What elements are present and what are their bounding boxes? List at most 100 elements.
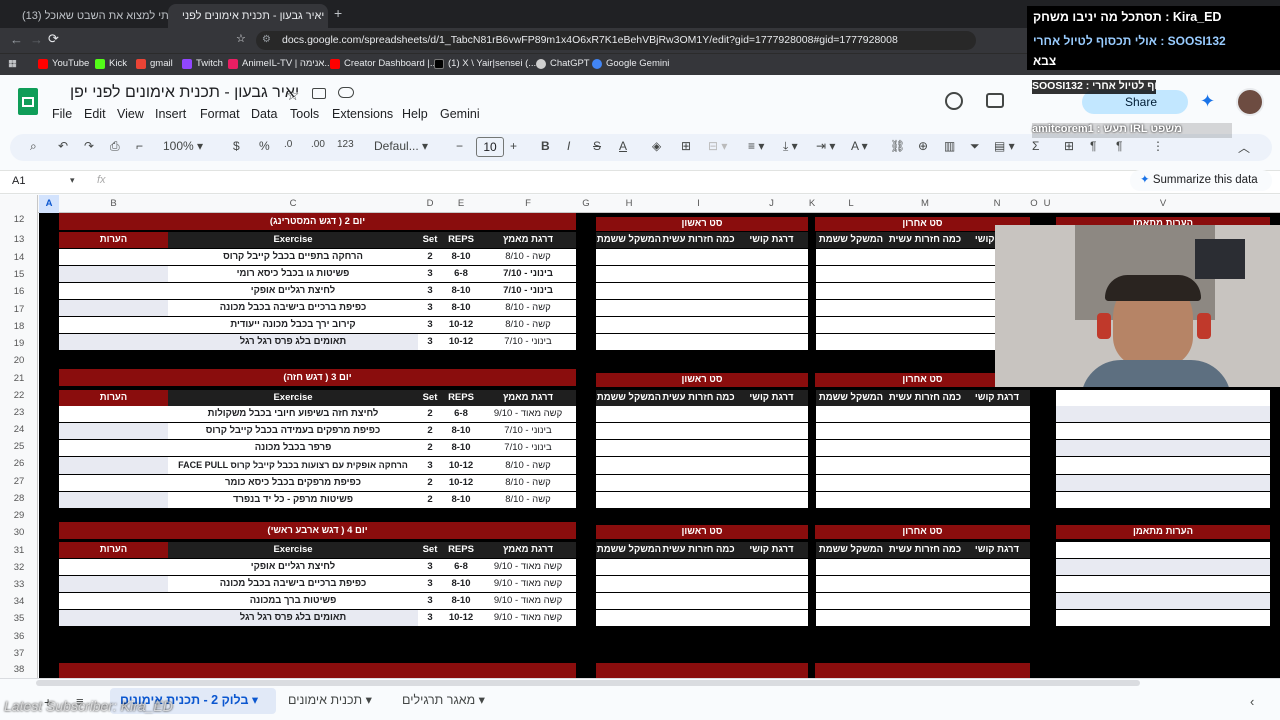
notes-cell[interactable]	[59, 559, 168, 575]
effort-cell[interactable]: בינוני - 7/10	[480, 423, 576, 439]
column-header-n[interactable]: N	[964, 195, 1030, 213]
effort-cell[interactable]: קשה - 8/10	[480, 457, 576, 474]
trainer-notes-cell[interactable]	[1056, 492, 1270, 508]
bookmark-gemini[interactable]: Google Gemini	[592, 56, 669, 72]
font-size-input[interactable]: 10	[476, 137, 504, 157]
exercise-cell[interactable]: פשיטות ברך במכונה	[168, 593, 418, 609]
reps-cell[interactable]: 8-10	[442, 423, 480, 439]
menu-data[interactable]: Data	[251, 107, 277, 121]
reps-cell[interactable]: 8-10	[442, 300, 480, 316]
first-set-cell[interactable]	[596, 440, 808, 456]
row-header[interactable]: 16	[0, 286, 38, 297]
filter-views-icon[interactable]: ▤ ▾	[994, 139, 1015, 153]
first-set-cell[interactable]	[596, 610, 808, 626]
link-icon[interactable]: ⛓	[890, 139, 905, 153]
trainer-notes-cell[interactable]	[1056, 542, 1270, 558]
trainer-notes-cell[interactable]	[1056, 406, 1270, 422]
reps-cell[interactable]: 10-12	[442, 457, 480, 474]
exercise-cell[interactable]: פרפר בכבל מכונה	[168, 440, 418, 456]
select-all-corner[interactable]	[0, 195, 38, 213]
column-header-g[interactable]: G	[576, 195, 596, 213]
trainer-notes-cell[interactable]	[1056, 423, 1270, 439]
first-set-cell[interactable]	[596, 266, 808, 282]
row-header[interactable]: 27	[0, 476, 38, 487]
row-header[interactable]: 30	[0, 527, 38, 538]
browser-tab-active[interactable]: יאיר גבעון - תכנית אימונים לפני ✕	[168, 4, 328, 28]
set-cell[interactable]: 3	[418, 317, 442, 333]
exercise-cell[interactable]: תאומים בלג פרס רגל רגל	[168, 334, 418, 350]
percent-button[interactable]: %	[259, 139, 270, 153]
row-header[interactable]: 35	[0, 613, 38, 624]
reps-cell[interactable]: 10-12	[442, 610, 480, 626]
column-header-l[interactable]: L	[816, 195, 886, 213]
font-size-decrease-icon[interactable]: −	[456, 139, 463, 153]
trainer-notes-cell[interactable]	[1056, 593, 1270, 609]
last-set-cell[interactable]	[816, 475, 1030, 491]
functions-icon[interactable]: Σ	[1032, 139, 1039, 153]
number-format-button[interactable]: 123	[337, 139, 354, 150]
trainer-notes-cell[interactable]	[1056, 440, 1270, 456]
reps-cell[interactable]: 10-12	[442, 475, 480, 491]
row-header[interactable]: 36	[0, 631, 38, 642]
set-cell[interactable]: 3	[418, 457, 442, 474]
row-header[interactable]: 38	[0, 664, 38, 675]
first-set-cell[interactable]	[596, 593, 808, 609]
effort-cell[interactable]: קשה - 8/10	[480, 317, 576, 333]
notes-cell[interactable]	[59, 475, 168, 491]
notes-cell[interactable]	[59, 406, 168, 422]
increase-decimal-button[interactable]: .00	[311, 139, 325, 150]
row-header[interactable]: 14	[0, 252, 38, 263]
effort-cell[interactable]: בינוני - 7/10	[480, 283, 576, 299]
notes-cell[interactable]	[59, 492, 168, 508]
effort-cell[interactable]: קשה מאוד - 9/10	[480, 559, 576, 575]
first-set-cell[interactable]	[596, 492, 808, 508]
bookmark-creator[interactable]: Creator Dashboard |...	[330, 56, 438, 72]
reload-icon[interactable]: ⟳	[48, 31, 59, 47]
paint-format-icon[interactable]: ⌐	[136, 139, 143, 153]
filter-icon[interactable]: ⏷	[970, 139, 980, 154]
bookmark-icon[interactable]: ☆	[236, 32, 246, 45]
bookmark-animeil[interactable]: AnimeIL-TV | אנימה...	[228, 56, 332, 72]
column-header-c[interactable]: C	[168, 195, 418, 213]
bookmark-gmail[interactable]: gmail	[136, 56, 173, 72]
bookmark-youtube[interactable]: YouTube	[38, 56, 89, 72]
column-header-k[interactable]: K	[808, 195, 816, 213]
reps-cell[interactable]: 8-10	[442, 576, 480, 592]
menu-edit[interactable]: Edit	[84, 107, 106, 121]
sheets-logo-icon[interactable]	[18, 88, 38, 115]
reps-cell[interactable]: 10-12	[442, 317, 480, 333]
exercise-cell[interactable]: פשיטות גו בכבל כיסא רומי	[168, 266, 418, 282]
reps-cell[interactable]: 6-8	[442, 266, 480, 282]
effort-cell[interactable]: קשה - 8/10	[480, 475, 576, 491]
column-header-o[interactable]: O	[1030, 195, 1038, 213]
decrease-decimal-button[interactable]: .0	[284, 139, 292, 150]
first-set-cell[interactable]	[596, 475, 808, 491]
notes-cell[interactable]	[59, 610, 168, 626]
trainer-notes-cell[interactable]	[1056, 559, 1270, 575]
sheet-tab-exercises[interactable]: מאגר תרגילים ▾	[402, 692, 485, 707]
freeze-icon[interactable]: ⊞	[1064, 139, 1074, 153]
menu-tools[interactable]: Tools	[290, 107, 319, 121]
last-set-cell[interactable]	[816, 576, 1030, 592]
effort-cell[interactable]: בינוני - 7/10	[480, 266, 576, 282]
row-header[interactable]: 22	[0, 390, 38, 401]
last-set-cell[interactable]	[816, 593, 1030, 609]
font-size-increase-icon[interactable]: +	[510, 139, 517, 153]
insert-comment-icon[interactable]: ⊕	[918, 139, 928, 153]
last-set-cell[interactable]	[816, 492, 1030, 508]
row-header[interactable]: 15	[0, 269, 38, 280]
notes-cell[interactable]	[59, 457, 168, 474]
row-header[interactable]: 19	[0, 338, 38, 349]
notes-cell[interactable]	[59, 440, 168, 456]
browser-tab[interactable]: (13) ניסיתי למצוא את השבט שאוכל	[8, 4, 168, 28]
wrap-icon[interactable]: ⇥ ▾	[816, 139, 835, 153]
set-cell[interactable]: 2	[418, 475, 442, 491]
strikethrough-icon[interactable]: S	[593, 139, 601, 153]
notes-cell[interactable]	[59, 317, 168, 333]
set-cell[interactable]: 2	[418, 492, 442, 508]
bookmark-twitch[interactable]: Twitch	[182, 56, 223, 72]
set-cell[interactable]: 3	[418, 283, 442, 299]
exercise-cell[interactable]: פשיטות מרפק - כל יד בנפרד	[168, 492, 418, 508]
font-select[interactable]: Defaul... ▾	[374, 139, 428, 153]
reps-cell[interactable]: 8-10	[442, 440, 480, 456]
